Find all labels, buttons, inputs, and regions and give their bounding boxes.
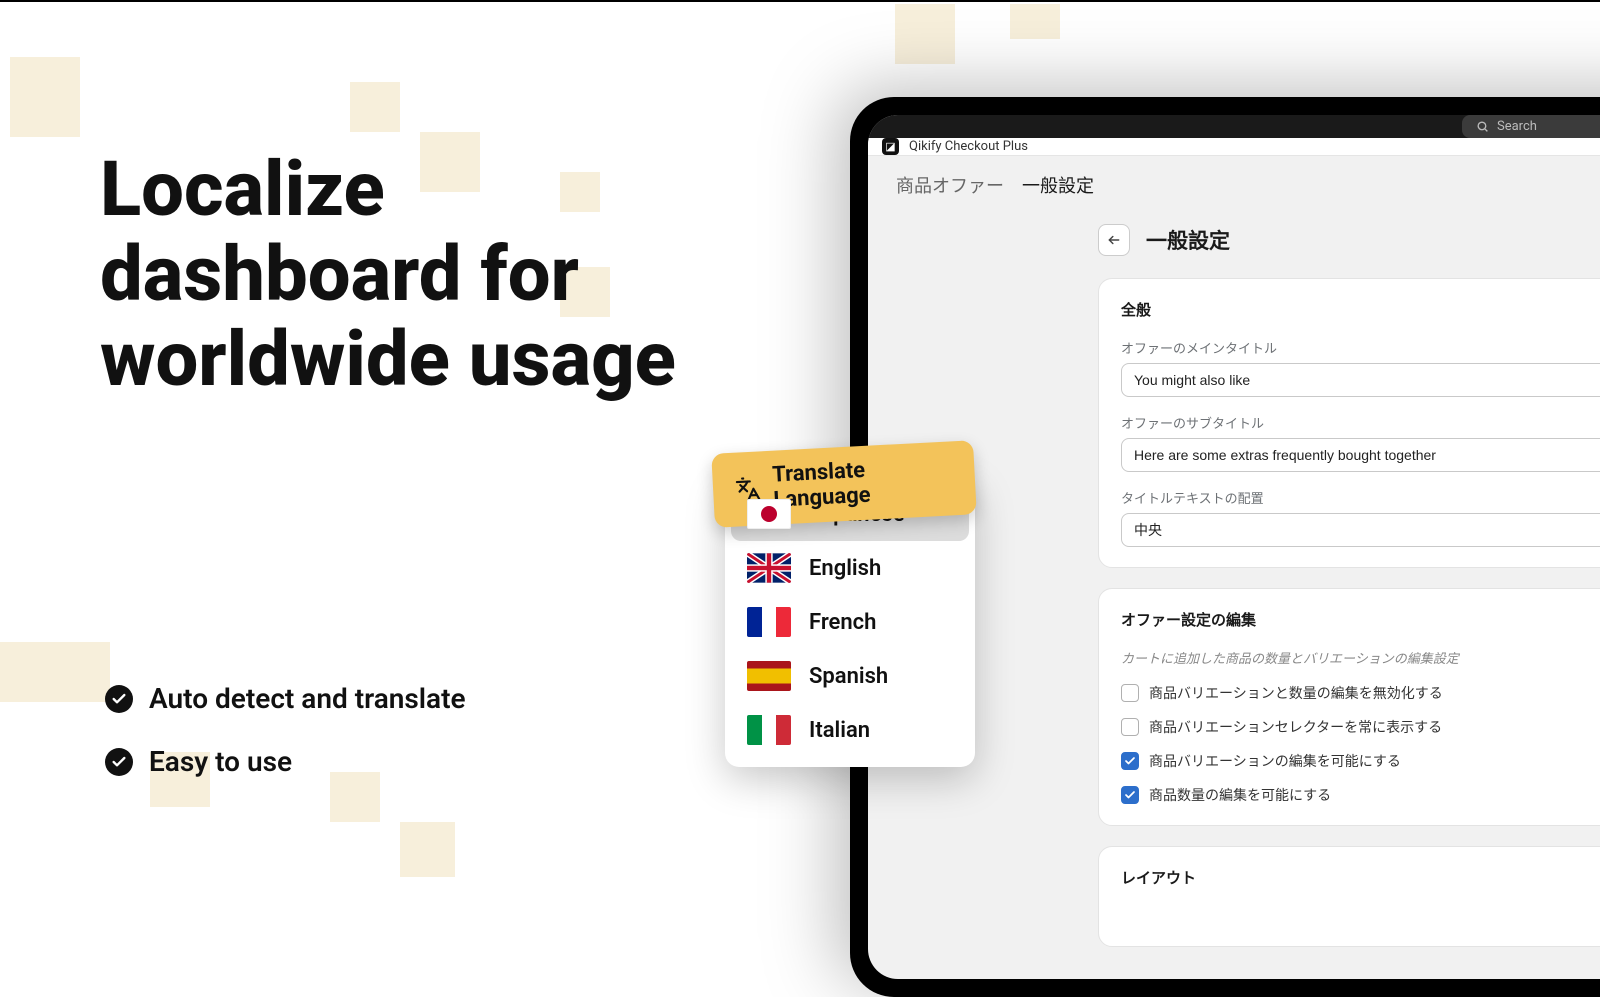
checkbox-row[interactable]: 商品バリエーションと数量の編集を無効化する <box>1121 683 1600 703</box>
checkbox-icon[interactable] <box>1121 684 1139 702</box>
breadcrumb-item-active[interactable]: 一般設定 <box>1022 172 1094 198</box>
card-subtitle: カートに追加した商品の数量とバリエーションの編集設定 <box>1121 648 1600 667</box>
language-label: Spanish <box>809 664 888 689</box>
field-label: タイトルテキストの配置 <box>1121 488 1600 507</box>
feature-text: Easy to use <box>149 745 292 778</box>
headline-line3: worldwide usage <box>100 314 676 404</box>
language-option-italian[interactable]: Italian <box>731 703 969 757</box>
app-logo-icon: ◪ <box>882 138 899 155</box>
card-title: レイアウト <box>1121 867 1600 888</box>
headline-line2: dashboard for <box>100 229 579 319</box>
flag-uk-icon <box>747 553 791 583</box>
tablet-topbar: Search <box>868 115 1600 138</box>
field-label: オファーのサブタイトル <box>1121 413 1600 432</box>
checkbox-label: 商品バリエーションセレクターを常に表示する <box>1149 717 1442 737</box>
card-edit-settings: オファー設定の編集 カートに追加した商品の数量とバリエーションの編集設定 商品バ… <box>1098 588 1600 826</box>
field-label: オファーのメインタイトル <box>1121 338 1600 357</box>
card-title: 全般 <box>1121 299 1600 320</box>
headline-line1: Localize <box>100 144 385 234</box>
card-title: オファー設定の編集 <box>1121 609 1600 630</box>
feature-item: Auto detect and translate <box>105 682 466 715</box>
checkbox-row[interactable]: 商品バリエーションの編集を可能にする <box>1121 751 1600 771</box>
search-placeholder: Search <box>1497 119 1537 134</box>
card-layout: レイアウト <box>1098 846 1600 947</box>
language-label: Italian <box>809 718 870 743</box>
title-align-select[interactable] <box>1121 513 1600 547</box>
language-option-french[interactable]: French <box>731 595 969 649</box>
flag-japan-icon <box>747 499 791 529</box>
check-icon <box>105 748 133 776</box>
marketing-headline: Localize dashboard for worldwide usage <box>100 147 676 402</box>
back-button[interactable] <box>1098 224 1130 256</box>
checkbox-icon[interactable] <box>1121 786 1139 804</box>
checkbox-icon[interactable] <box>1121 718 1139 736</box>
feature-list: Auto detect and translate Easy to use <box>105 682 466 808</box>
feature-item: Easy to use <box>105 745 466 778</box>
page-title: 一般設定 <box>1146 225 1230 255</box>
checkbox-row[interactable]: 商品数量の編集を可能にする <box>1121 785 1600 805</box>
flag-spain-icon <box>747 661 791 691</box>
checkbox-icon[interactable] <box>1121 752 1139 770</box>
checkbox-row[interactable]: 商品バリエーションセレクターを常に表示する <box>1121 717 1600 737</box>
language-label: French <box>809 610 876 635</box>
flag-italy-icon <box>747 715 791 745</box>
card-general: 全般 オファーのメインタイトル オファーのサブタイトル タイトルテキストの配置 <box>1098 278 1600 568</box>
breadcrumb-item[interactable]: 商品オファー <box>896 172 1004 198</box>
app-name: Qikify Checkout Plus <box>909 139 1028 154</box>
check-icon <box>105 685 133 713</box>
checkbox-label: 商品バリエーションと数量の編集を無効化する <box>1149 683 1443 703</box>
feature-text: Auto detect and translate <box>149 682 466 715</box>
checkbox-label: 商品バリエーションの編集を可能にする <box>1149 751 1401 771</box>
translate-badge-label: Translate Language <box>772 453 955 512</box>
language-menu: Translate Language Japanese English Fren… <box>725 477 975 767</box>
language-option-english[interactable]: English <box>731 541 969 595</box>
flag-france-icon <box>747 607 791 637</box>
checkbox-label: 商品数量の編集を可能にする <box>1149 785 1331 805</box>
language-label: English <box>809 556 881 581</box>
language-option-spanish[interactable]: Spanish <box>731 649 969 703</box>
sub-title-input[interactable] <box>1121 438 1600 472</box>
main-title-input[interactable] <box>1121 363 1600 397</box>
search-input[interactable]: Search <box>1462 115 1600 138</box>
breadcrumb: 商品オファー 一般設定 <box>868 156 1600 214</box>
app-bar: ◪ Qikify Checkout Plus <box>868 138 1600 156</box>
